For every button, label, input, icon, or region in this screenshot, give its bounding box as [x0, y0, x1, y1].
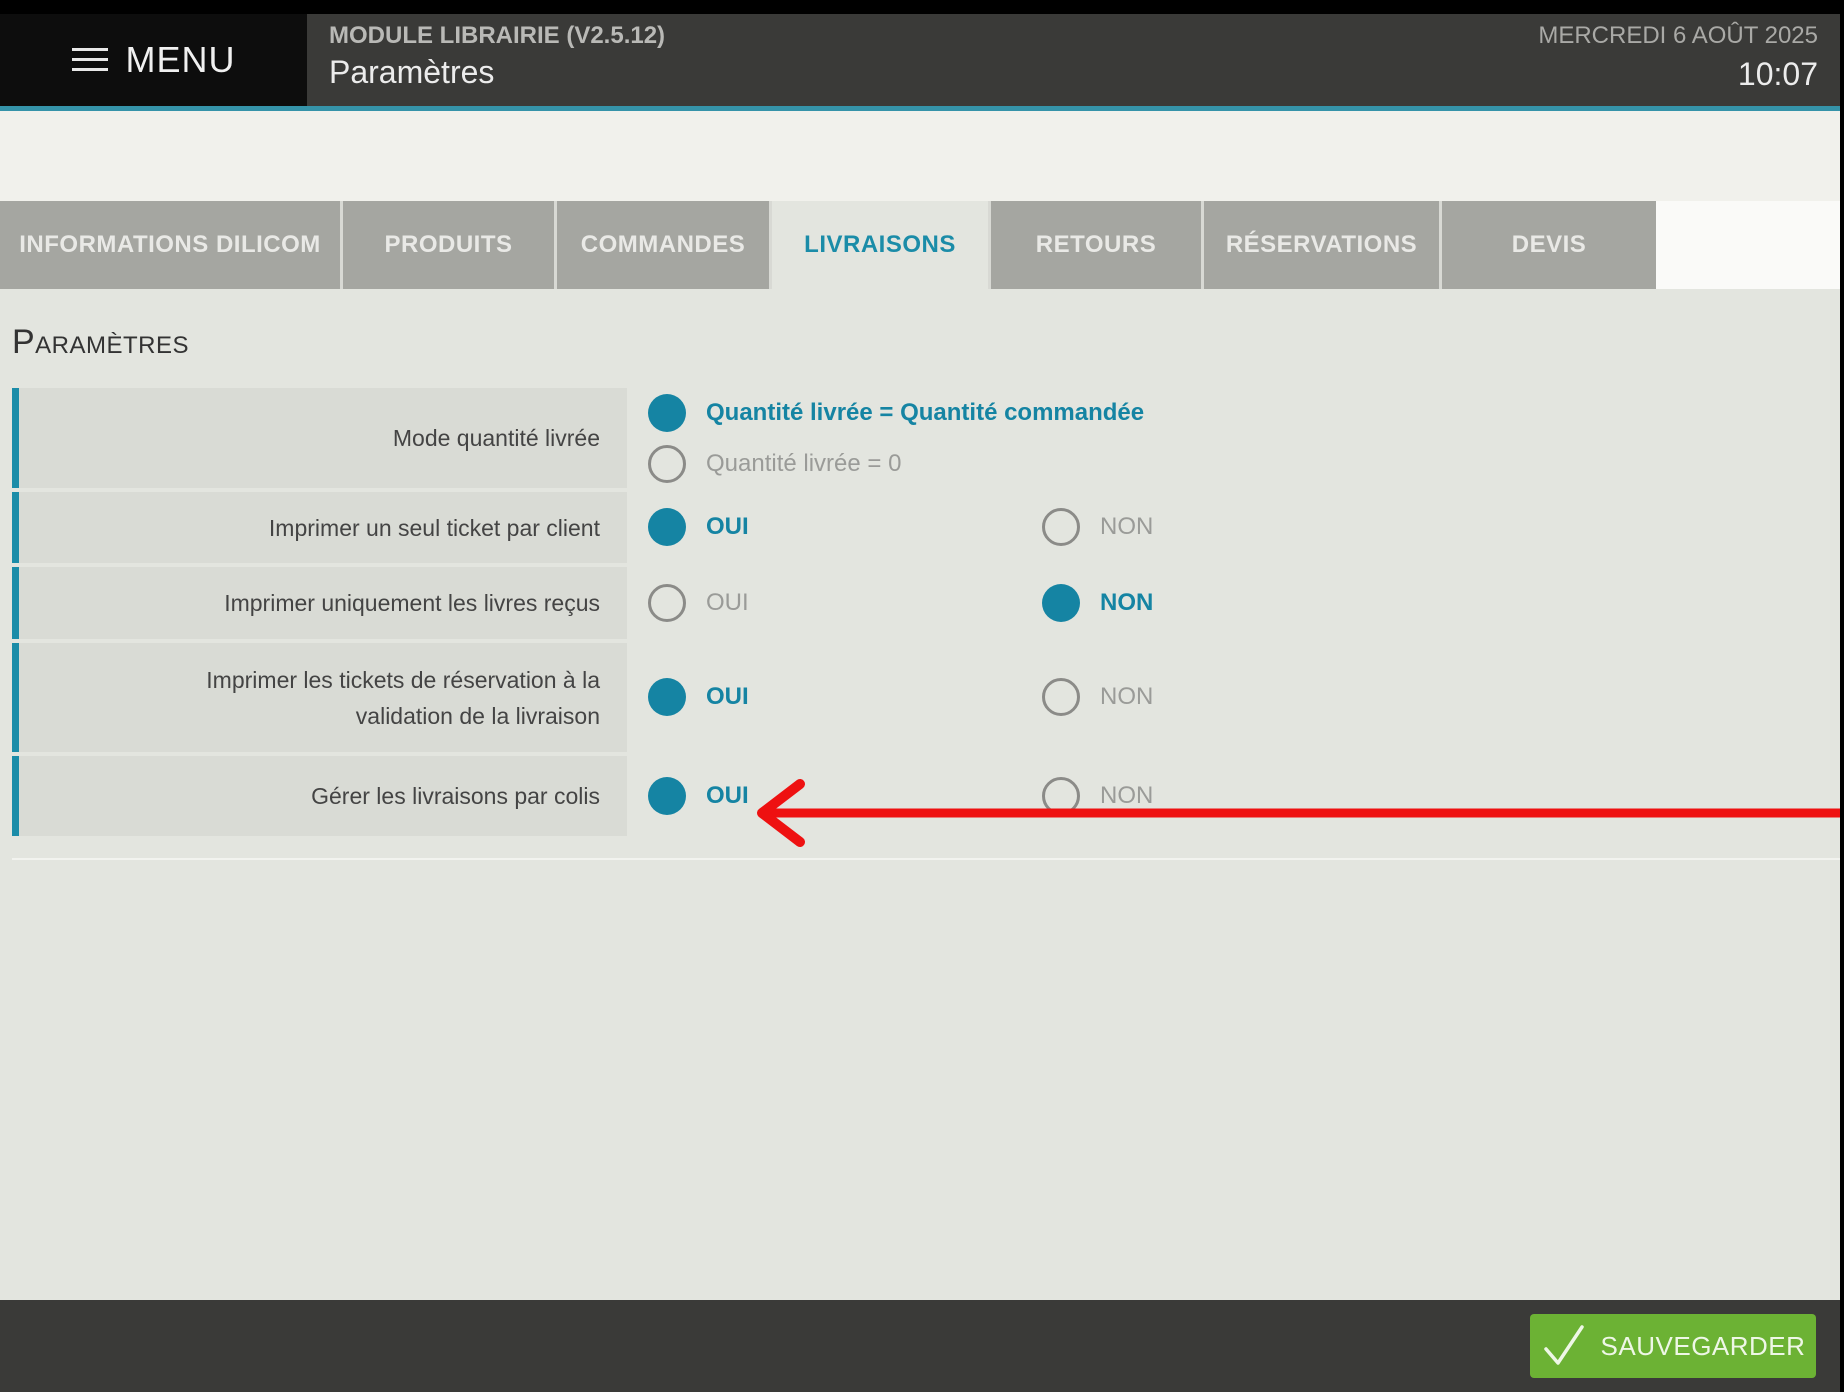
radio-oui[interactable]: OUI — [648, 584, 749, 622]
top-bar: MENU MODULE LIBRAIRIE (V2.5.12) Paramètr… — [0, 14, 1840, 106]
section-title: Paramètres — [12, 323, 190, 361]
module-title: MODULE LIBRAIRIE (V2.5.12) — [329, 22, 666, 49]
radio-selected-icon — [648, 394, 686, 432]
radio-selected-icon — [648, 777, 686, 815]
option-label: OUI — [706, 782, 749, 809]
content-divider — [12, 858, 1840, 860]
page-title: Paramètres — [329, 54, 495, 90]
radio-non[interactable]: NON — [1042, 584, 1153, 622]
save-label: SAUVEGARDER — [1600, 1330, 1806, 1361]
tab-livraisons[interactable]: LIVRAISONS — [772, 201, 991, 289]
setting-row-tickets-reservation: Imprimer les tickets de réservation à la… — [12, 643, 1840, 752]
setting-label: Gérer les livraisons par colis — [12, 756, 627, 836]
radio-empty-icon — [648, 445, 686, 483]
option-label: Quantité livrée = 0 — [706, 450, 902, 477]
tab-commandes[interactable]: COMMANDES — [557, 201, 772, 289]
option-label: OUI — [706, 683, 749, 710]
radio-selected-icon — [648, 678, 686, 716]
option-label: OUI — [706, 589, 749, 616]
radio-oui[interactable]: OUI — [648, 678, 749, 716]
tab-informations-dilicom[interactable]: INFORMATIONS DILICOM — [0, 201, 343, 289]
option-label: NON — [1100, 683, 1154, 710]
radio-oui[interactable]: OUI — [648, 777, 749, 815]
radio-non[interactable]: NON — [1042, 508, 1153, 546]
radio-non[interactable]: NON — [1042, 678, 1153, 716]
setting-row-seul-ticket: Imprimer un seul ticket par client OUI N… — [12, 492, 1840, 563]
radio-selected-icon — [1042, 584, 1080, 622]
radio-empty-icon — [648, 584, 686, 622]
checkmark-icon — [1543, 1325, 1584, 1365]
radio-oui[interactable]: OUI — [648, 508, 749, 546]
time-label: 10:07 — [1737, 56, 1818, 92]
tab-reservations[interactable]: RÉSERVATIONS — [1204, 201, 1442, 289]
toolbar-band — [0, 111, 1840, 207]
setting-label: Mode quantité livrée — [12, 388, 627, 488]
tab-bar: INFORMATIONS DILICOM PRODUITS COMMANDES … — [0, 201, 1840, 289]
setting-label: Imprimer un seul ticket par client — [12, 492, 627, 563]
bottom-bar: SAUVEGARDER — [0, 1300, 1840, 1392]
option-label: NON — [1100, 589, 1154, 616]
option-label: NON — [1100, 513, 1154, 540]
tab-retours[interactable]: RETOURS — [991, 201, 1204, 289]
option-label: OUI — [706, 513, 749, 540]
tab-bar-filler — [1656, 201, 1840, 289]
radio-empty-icon — [1042, 678, 1080, 716]
date-label: MERCREDI 6 AOÛT 2025 — [1538, 22, 1818, 49]
tab-produits[interactable]: PRODUITS — [343, 201, 557, 289]
tab-devis[interactable]: DEVIS — [1442, 201, 1656, 289]
setting-label: Imprimer les tickets de réservation à la… — [12, 643, 627, 752]
radio-option-quantite-zero[interactable]: Quantité livrée = 0 — [648, 445, 901, 483]
setting-row-mode-quantite: Mode quantité livrée Quantité livrée = Q… — [12, 388, 1840, 488]
arrow-left-icon — [757, 779, 1840, 847]
menu-label: MENU — [125, 39, 236, 80]
menu-button[interactable]: MENU — [0, 14, 307, 106]
app-window: MENU MODULE LIBRAIRIE (V2.5.12) Paramètr… — [0, 14, 1840, 1392]
radio-selected-icon — [648, 508, 686, 546]
radio-option-quantite-commandee[interactable]: Quantité livrée = Quantité commandée — [648, 394, 1144, 432]
option-label: Quantité livrée = Quantité commandée — [706, 399, 1145, 426]
hamburger-icon — [71, 48, 108, 72]
save-button[interactable]: SAUVEGARDER — [1530, 1314, 1816, 1378]
setting-row-livres-recus: Imprimer uniquement les livres reçus OUI… — [12, 567, 1840, 639]
setting-label: Imprimer uniquement les livres reçus — [12, 567, 627, 639]
radio-empty-icon — [1042, 508, 1080, 546]
